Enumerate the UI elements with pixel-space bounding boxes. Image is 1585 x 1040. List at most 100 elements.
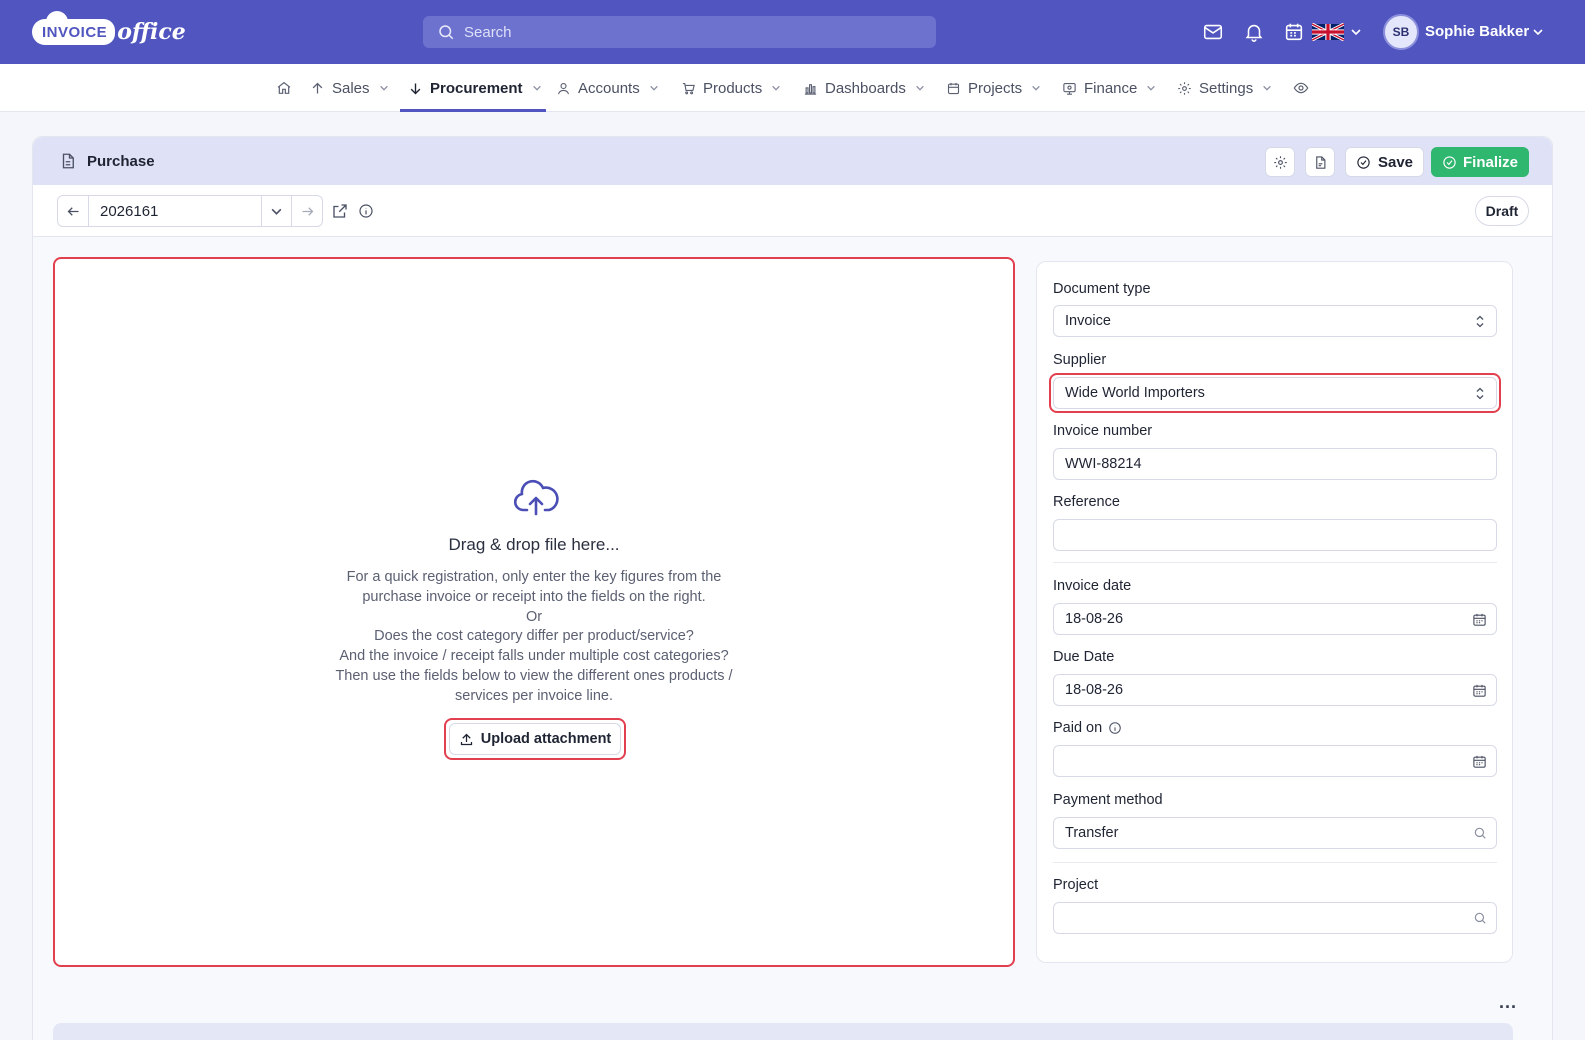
file-icon [1315, 155, 1325, 169]
nav-label: Procurement [430, 79, 523, 97]
payment-method-select[interactable]: Transfer [1053, 817, 1497, 849]
record-dropdown-button[interactable] [262, 196, 292, 226]
logo-office-text: office [117, 19, 186, 45]
nav-settings[interactable]: Settings [1177, 64, 1272, 112]
previous-record-button[interactable] [58, 196, 88, 226]
divider [1053, 562, 1497, 563]
upload-highlight: Upload attachment [444, 718, 626, 760]
due-date-label: Due Date [1053, 649, 1115, 665]
main-nav: Sales Procurement Accounts Products Dash… [0, 64, 1585, 112]
next-record-button[interactable] [292, 196, 322, 226]
document-type-value: Invoice [1065, 313, 1111, 329]
finalize-button[interactable]: Finalize [1431, 147, 1529, 177]
invoice-number-input[interactable]: WWI-88214 [1053, 448, 1497, 480]
app-logo[interactable]: INVOICE office [32, 11, 186, 50]
dropzone-title: Drag & drop file here... [448, 535, 620, 554]
payment-method-label: Payment method [1053, 792, 1163, 808]
nav-sales[interactable]: Sales [310, 64, 389, 112]
gear-icon [1178, 81, 1191, 95]
nav-label: Finance [1084, 79, 1138, 97]
calendar-icon[interactable] [1472, 612, 1487, 627]
cart-icon [682, 82, 695, 94]
nav-label: Projects [968, 79, 1023, 97]
calendar-icon [947, 82, 960, 94]
search-input[interactable]: Search [423, 16, 936, 48]
chevron-down-icon [772, 85, 781, 91]
purchase-card: Purchase Save Finalize 2026161 Draft Dra… [32, 136, 1553, 1040]
supplier-label: Supplier [1053, 352, 1107, 368]
invoice-date-input[interactable]: 18-08-26 [1053, 603, 1497, 635]
home-icon [277, 81, 291, 94]
nav-finance[interactable]: Finance [1062, 64, 1156, 112]
card-header: Purchase Save Finalize [33, 137, 1552, 185]
check-circle-icon [1443, 155, 1456, 169]
project-select[interactable] [1053, 902, 1497, 934]
chevron-down-icon [271, 208, 282, 215]
search-placeholder: Search [464, 23, 512, 41]
upload-icon [460, 733, 472, 745]
calendar-icon[interactable] [1472, 683, 1487, 698]
help-line: Then use the fields below to view the di… [335, 667, 733, 684]
invoice-date-label: Invoice date [1053, 578, 1132, 594]
supplier-select[interactable]: Wide World Importers [1053, 377, 1497, 409]
chevron-down-icon[interactable] [1532, 26, 1544, 38]
nav-label: Sales [332, 79, 370, 97]
check-circle-icon [1357, 155, 1370, 169]
invoice-number-label: Invoice number [1053, 423, 1153, 439]
chevron-down-icon [379, 85, 388, 91]
document-type-select[interactable]: Invoice [1053, 305, 1497, 337]
chevron-down-icon [1032, 85, 1040, 91]
top-bar: INVOICE office Search SB Sophie Bakker [0, 0, 1585, 64]
arrow-up-icon [312, 82, 323, 93]
search-icon [439, 25, 454, 40]
help-line: services per invoice line. [455, 687, 613, 704]
nav-projects[interactable]: Projects [946, 64, 1041, 112]
document-type-label: Document type [1053, 281, 1151, 297]
calendar-icon[interactable] [1283, 21, 1305, 43]
settings-button[interactable] [1265, 147, 1295, 177]
invoice-date-value: 18-08-26 [1065, 611, 1124, 627]
help-line: Does the cost category differ per produc… [374, 628, 694, 645]
logo-cloud: INVOICE [32, 11, 116, 45]
arrow-right-icon [302, 206, 313, 216]
bell-icon[interactable] [1243, 21, 1265, 43]
upload-label: Upload attachment [480, 731, 612, 747]
attachment-dropzone[interactable]: Drag & drop file here... For a quick reg… [53, 257, 1015, 967]
nav-label: Products [703, 79, 763, 97]
nav-active-indicator [400, 109, 546, 112]
reference-input[interactable] [1053, 519, 1497, 551]
external-link-icon[interactable] [331, 202, 349, 220]
info-icon[interactable] [358, 203, 374, 219]
payment-method-value: Transfer [1065, 825, 1119, 841]
nav-accounts[interactable]: Accounts [556, 64, 659, 112]
supplier-value: Wide World Importers [1065, 385, 1205, 401]
info-icon[interactable] [1108, 721, 1122, 735]
monitor-icon [1063, 82, 1076, 95]
save-button[interactable]: Save [1345, 147, 1424, 177]
project-label: Project [1053, 877, 1099, 893]
finalize-label: Finalize [1462, 153, 1518, 171]
due-date-input[interactable]: 18-08-26 [1053, 674, 1497, 706]
nav-products[interactable]: Products [681, 64, 781, 112]
more-options-button[interactable]: ... [1499, 992, 1517, 1013]
avatar[interactable]: SB [1383, 14, 1419, 50]
upload-attachment-button[interactable]: Upload attachment [449, 723, 621, 755]
cloud-upload-icon [513, 479, 559, 516]
bar-chart-icon [804, 83, 817, 95]
uk-flag-icon[interactable] [1312, 23, 1344, 41]
nav-preview[interactable] [1293, 64, 1309, 112]
nav-label: Dashboards [825, 79, 906, 97]
nav-procurement[interactable]: Procurement [408, 64, 542, 112]
record-pager: 2026161 [57, 195, 323, 227]
record-number-input[interactable]: 2026161 [88, 196, 262, 226]
eye-icon [1293, 82, 1309, 94]
calendar-icon[interactable] [1472, 754, 1487, 769]
nav-home[interactable] [276, 64, 292, 112]
paid-on-input[interactable] [1053, 745, 1497, 777]
pdf-button[interactable] [1305, 147, 1335, 177]
chevron-down-icon[interactable] [1350, 26, 1362, 38]
user-name[interactable]: Sophie Bakker [1425, 23, 1529, 40]
nav-dashboards[interactable]: Dashboards [803, 64, 925, 112]
help-line: And the invoice / receipt falls under mu… [339, 648, 729, 665]
mail-icon[interactable] [1202, 21, 1224, 43]
